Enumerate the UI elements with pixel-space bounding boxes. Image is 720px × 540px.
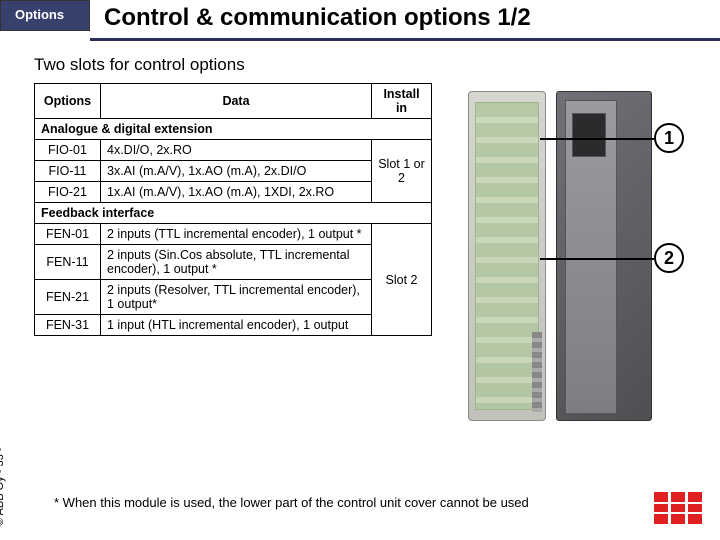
options-table: Options Data Install in Analogue & digit… xyxy=(34,83,432,336)
footnote: * When this module is used, the lower pa… xyxy=(54,495,529,510)
data-cell: 1x.AI (m.A/V), 1x.AO (m.A), 1XDI, 2x.RO xyxy=(101,182,372,203)
opt-cell: FEN-31 xyxy=(35,315,101,336)
section-heading: Analogue & digital extension xyxy=(35,119,432,140)
th-options: Options xyxy=(35,84,101,119)
device-illustration: 1 2 xyxy=(456,83,676,463)
th-data: Data xyxy=(101,84,372,119)
opt-cell: FIO-01 xyxy=(35,140,101,161)
data-cell: 3x.AI (m.A/V), 1x.AO (m.A), 2x.DI/O xyxy=(101,161,372,182)
opt-cell: FEN-01 xyxy=(35,224,101,245)
data-cell: 2 inputs (Resolver, TTL incremental enco… xyxy=(101,280,372,315)
opt-cell: FIO-21 xyxy=(35,182,101,203)
callout-2: 2 xyxy=(654,243,684,273)
page-title: Control & communication options 1/2 xyxy=(104,4,720,32)
control-unit-image xyxy=(468,91,546,421)
opt-cell: FEN-21 xyxy=(35,280,101,315)
table-row: FIO-01 4x.DI/O, 2x.RO Slot 1 or 2 xyxy=(35,140,432,161)
data-cell: 2 inputs (Sin.Cos absolute, TTL incremen… xyxy=(101,245,372,280)
callout-1: 1 xyxy=(654,123,684,153)
opt-cell: FIO-11 xyxy=(35,161,101,182)
data-cell: 4x.DI/O, 2x.RO xyxy=(101,140,372,161)
data-cell: 2 inputs (TTL incremental encoder), 1 ou… xyxy=(101,224,372,245)
table-row: FEN-01 2 inputs (TTL incremental encoder… xyxy=(35,224,432,245)
subtitle: Two slots for control options xyxy=(34,55,720,75)
callout-line-2 xyxy=(540,258,654,260)
install-cell: Slot 2 xyxy=(372,224,432,336)
callout-line-1 xyxy=(540,138,654,140)
install-cell: Slot 1 or 2 xyxy=(372,140,432,203)
copyright: © ABB Oy - 33 - xyxy=(0,448,6,526)
drive-enclosure-image xyxy=(556,91,652,421)
section-heading: Feedback interface xyxy=(35,203,432,224)
opt-cell: FEN-11 xyxy=(35,245,101,280)
data-cell: 1 input (HTL incremental encoder), 1 out… xyxy=(101,315,372,336)
abb-logo xyxy=(654,492,702,524)
options-tab: Options xyxy=(0,0,90,31)
th-install: Install in xyxy=(372,84,432,119)
